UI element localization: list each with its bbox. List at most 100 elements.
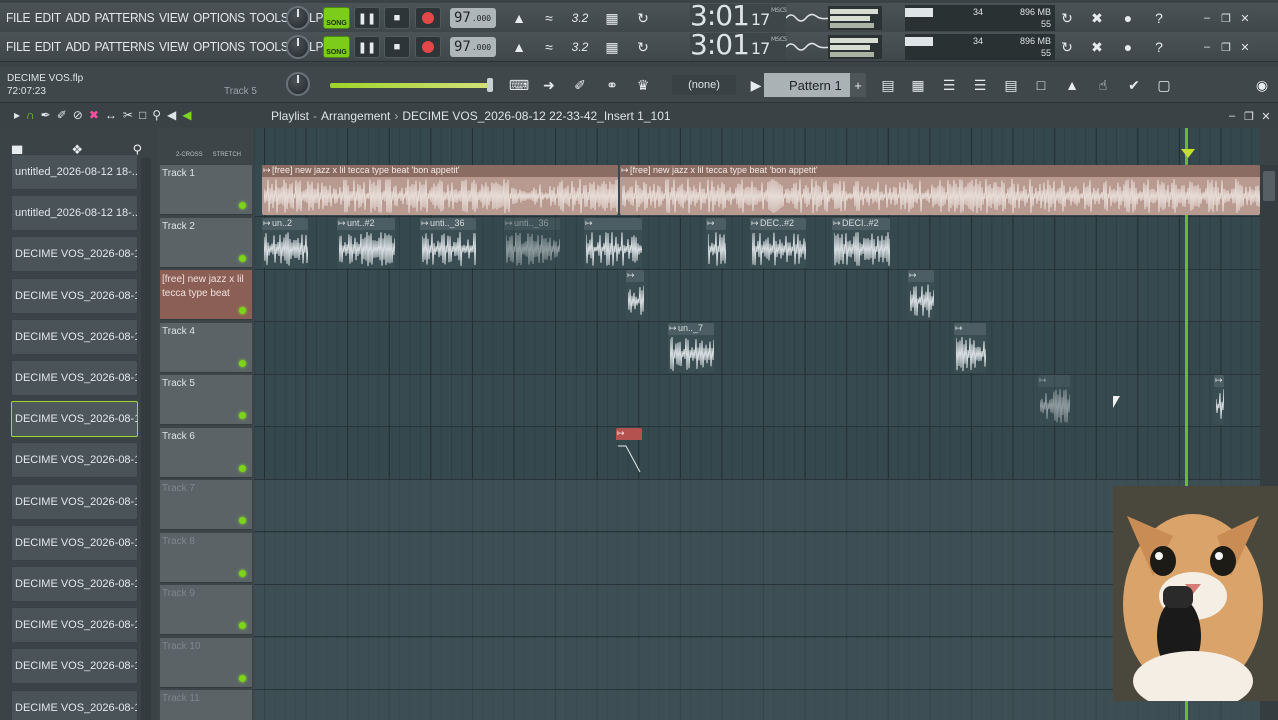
browser-item[interactable]: untitled_2026-08-12 18-... bbox=[11, 154, 138, 190]
browser-item[interactable]: DECIME VOS_2026-08-12... bbox=[11, 318, 138, 355]
snap-selector[interactable]: (none) bbox=[672, 75, 736, 95]
pause-button[interactable]: ❚❚ bbox=[354, 7, 380, 29]
countdown-icon-2[interactable]: 3.2 bbox=[566, 35, 594, 59]
pause-button-2[interactable]: ❚❚ bbox=[354, 36, 380, 58]
playlist-minimize-icon[interactable]: – bbox=[1225, 109, 1239, 123]
track-lane[interactable] bbox=[254, 585, 1260, 637]
keyboard-icon[interactable]: ⌨ bbox=[505, 73, 533, 97]
playlist-close-icon[interactable]: ✕ bbox=[1259, 109, 1273, 123]
audio-clip[interactable] bbox=[706, 217, 726, 268]
track-header[interactable]: Track 8 bbox=[160, 532, 252, 583]
menu-tools[interactable]: TOOLS bbox=[250, 10, 289, 25]
tools-icon[interactable]: ✖ bbox=[1083, 6, 1111, 30]
track-active-led-icon[interactable] bbox=[239, 569, 246, 577]
step-edit-icon[interactable]: ▦ bbox=[598, 6, 626, 30]
zoom-icon[interactable]: ⚲ bbox=[152, 108, 161, 122]
track-lane[interactable] bbox=[254, 637, 1260, 690]
loop-record-icon-2[interactable]: ↻ bbox=[629, 35, 657, 59]
refresh-icon-2[interactable]: ↻ bbox=[1053, 35, 1081, 59]
mute-tool-icon[interactable]: ✖ bbox=[89, 108, 99, 122]
song-mode-button-2[interactable]: SONG bbox=[323, 36, 350, 58]
track-header[interactable]: [free] new jazz x lil tecca type beat bbox=[160, 270, 252, 320]
track-lane[interactable] bbox=[254, 375, 1260, 427]
link-icon[interactable]: ⚭ bbox=[598, 73, 626, 97]
browser-item[interactable]: DECIME VOS_2026-08-12... bbox=[11, 483, 138, 520]
mixer-icon[interactable]: ☰ bbox=[966, 73, 994, 97]
help-icon-2[interactable]: ? bbox=[1145, 35, 1173, 59]
play-arrow-icon[interactable]: ▸ bbox=[14, 108, 20, 122]
stamp-icon[interactable]: ♛ bbox=[629, 73, 657, 97]
browser-item[interactable]: DECIME VOS_2026-08-12... bbox=[11, 236, 138, 273]
slip-icon[interactable]: ↔ bbox=[105, 108, 117, 122]
add-pattern-button[interactable]: + bbox=[850, 73, 866, 97]
loop-record-icon[interactable]: ↻ bbox=[629, 6, 657, 30]
close-icon[interactable]: ✕ bbox=[1238, 11, 1252, 25]
tempo-display[interactable]: 97.000 bbox=[450, 8, 496, 28]
audio-clip[interactable] bbox=[954, 322, 986, 373]
menu-edit[interactable]: EDIT bbox=[35, 10, 61, 25]
browser-item[interactable]: DECIME VOS_2026-08-12... bbox=[11, 442, 138, 479]
track-active-led-icon[interactable] bbox=[239, 622, 246, 629]
step-edit-icon-2[interactable]: ▦ bbox=[598, 35, 626, 59]
stop-button[interactable]: ■ bbox=[384, 7, 410, 29]
help-icon[interactable]: ? bbox=[1145, 6, 1173, 30]
browser-item[interactable]: DECIME VOS_2026-08-12... bbox=[11, 524, 138, 561]
metronome-icon-2[interactable]: ▲ bbox=[505, 35, 533, 59]
record-button-2[interactable] bbox=[415, 36, 441, 58]
audio-clip[interactable] bbox=[1038, 375, 1070, 425]
track-active-led-icon[interactable] bbox=[239, 464, 246, 472]
menu-options-2[interactable]: OPTIONS bbox=[193, 39, 245, 54]
track-header[interactable]: Track 2 bbox=[160, 217, 252, 268]
speaker-icon[interactable]: ◀ bbox=[167, 108, 176, 122]
arrangement-grid[interactable]: [free] new jazz x lil tecca type beat 'b… bbox=[254, 128, 1260, 720]
arrow-right-icon[interactable]: ➜ bbox=[535, 73, 563, 97]
menu-add-2[interactable]: ADD bbox=[66, 39, 91, 54]
track-active-led-icon[interactable] bbox=[239, 674, 246, 682]
refresh-icon[interactable]: ↻ bbox=[1053, 6, 1081, 30]
menu-view[interactable]: VIEW bbox=[159, 10, 189, 25]
tempo-display-2[interactable]: 97.000 bbox=[450, 37, 496, 57]
pitch-knob[interactable] bbox=[286, 72, 310, 96]
track-lane[interactable] bbox=[254, 480, 1260, 532]
browser-item[interactable]: DECIME VOS_2026-08-12... bbox=[11, 277, 138, 314]
microphone-icon-2[interactable]: ● bbox=[1114, 35, 1142, 59]
track-active-led-icon[interactable] bbox=[239, 412, 246, 419]
maximize-icon-2[interactable]: ❐ bbox=[1219, 40, 1233, 54]
menu-tools-2[interactable]: TOOLS bbox=[250, 39, 289, 54]
audio-clip[interactable] bbox=[908, 270, 934, 320]
piano-roll-icon[interactable]: ▦ bbox=[904, 73, 932, 97]
record-button[interactable] bbox=[415, 7, 441, 29]
playhead-marker[interactable] bbox=[1181, 149, 1195, 158]
tools-icon-2[interactable]: ✖ bbox=[1083, 35, 1111, 59]
audio-clip[interactable] bbox=[626, 270, 644, 320]
audio-clip[interactable]: unti.._36 bbox=[420, 217, 476, 268]
track-header[interactable]: Track 9 bbox=[160, 585, 252, 635]
browser-item[interactable]: DECIME VOS_2026-08-12... bbox=[11, 566, 138, 602]
track-lane[interactable] bbox=[254, 532, 1260, 585]
audio-clip[interactable]: [free] new jazz x lil tecca type beat 'b… bbox=[620, 165, 1260, 215]
track-active-led-icon[interactable] bbox=[239, 254, 246, 262]
menu-file-2[interactable]: FILE bbox=[6, 39, 30, 54]
audio-clip[interactable]: DEC..#2 bbox=[750, 217, 806, 268]
browser-scrollbar[interactable] bbox=[141, 158, 151, 720]
menu-view-2[interactable]: VIEW bbox=[159, 39, 189, 54]
track-header[interactable]: Track 10 bbox=[160, 637, 252, 688]
wait-input-icon-2[interactable]: ≈ bbox=[535, 35, 563, 59]
select-icon[interactable]: □ bbox=[139, 108, 146, 122]
maximize-icon[interactable]: ❐ bbox=[1219, 11, 1233, 25]
cart-icon[interactable]: ▢ bbox=[1150, 73, 1178, 97]
track-header[interactable]: Track 6 bbox=[160, 427, 252, 478]
browser-item[interactable]: DECIME VOS_2026-08-12... bbox=[11, 607, 138, 644]
audio-clip[interactable] bbox=[1214, 375, 1224, 425]
playlist-maximize-icon[interactable]: ❐ bbox=[1242, 109, 1256, 123]
track-active-led-icon[interactable] bbox=[239, 359, 246, 367]
track-header[interactable]: Track 1 bbox=[160, 165, 252, 215]
audio-clip[interactable]: DECI..#2 bbox=[832, 217, 890, 268]
track-active-led-icon[interactable] bbox=[239, 307, 246, 314]
file-icon[interactable]: □ bbox=[1027, 73, 1055, 97]
track-lane[interactable] bbox=[254, 428, 1260, 480]
browser-icon[interactable]: ▤ bbox=[997, 73, 1025, 97]
track-lane[interactable] bbox=[254, 323, 1260, 375]
pattern-selector[interactable]: Pattern 1 bbox=[764, 73, 850, 97]
menu-patterns[interactable]: PATTERNS bbox=[95, 10, 155, 25]
